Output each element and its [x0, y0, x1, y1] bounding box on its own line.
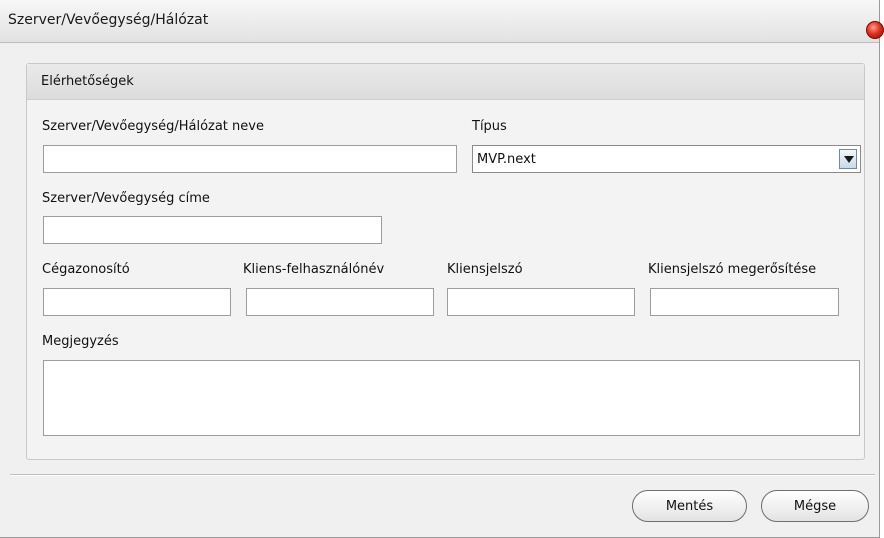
- client-password-confirm-field[interactable]: [650, 288, 839, 316]
- cancel-button[interactable]: Mégse: [761, 490, 869, 522]
- note-textarea[interactable]: [43, 360, 860, 436]
- address-field[interactable]: [43, 216, 382, 244]
- type-label: Típus: [472, 119, 507, 134]
- client-password-field[interactable]: [447, 288, 635, 316]
- type-select-value: MVP.next: [477, 152, 536, 167]
- name-label: Szerver/Vevőegység/Hálózat neve: [42, 119, 264, 134]
- company-id-label: Cégazonosító: [42, 262, 130, 277]
- type-select[interactable]: MVP.next: [472, 145, 861, 173]
- client-password-confirm-label: Kliensjelszó megerősítése: [648, 262, 817, 277]
- client-username-label: Kliens-felhasználónév: [243, 262, 385, 277]
- group-title: Elérhetőségek: [41, 74, 134, 89]
- client-password-label: Kliensjelszó: [447, 262, 523, 277]
- dialog-window: Szerver/Vevőegység/Hálózat Elérhetőségek…: [0, 0, 884, 538]
- name-field[interactable]: [43, 145, 457, 173]
- client-username-field[interactable]: [246, 288, 434, 316]
- save-button[interactable]: Mentés: [632, 490, 747, 522]
- divider: [10, 474, 875, 476]
- window-title: Szerver/Vevőegység/Hálózat: [8, 12, 209, 28]
- address-label: Szerver/Vevőegység címe: [42, 191, 210, 206]
- company-id-field[interactable]: [43, 288, 231, 316]
- close-icon[interactable]: [866, 21, 884, 39]
- note-label: Megjegyzés: [42, 334, 119, 349]
- chevron-down-icon[interactable]: [839, 149, 857, 169]
- title-bar[interactable]: Szerver/Vevőegység/Hálózat: [0, 0, 879, 43]
- group-header: Elérhetőségek: [27, 64, 864, 100]
